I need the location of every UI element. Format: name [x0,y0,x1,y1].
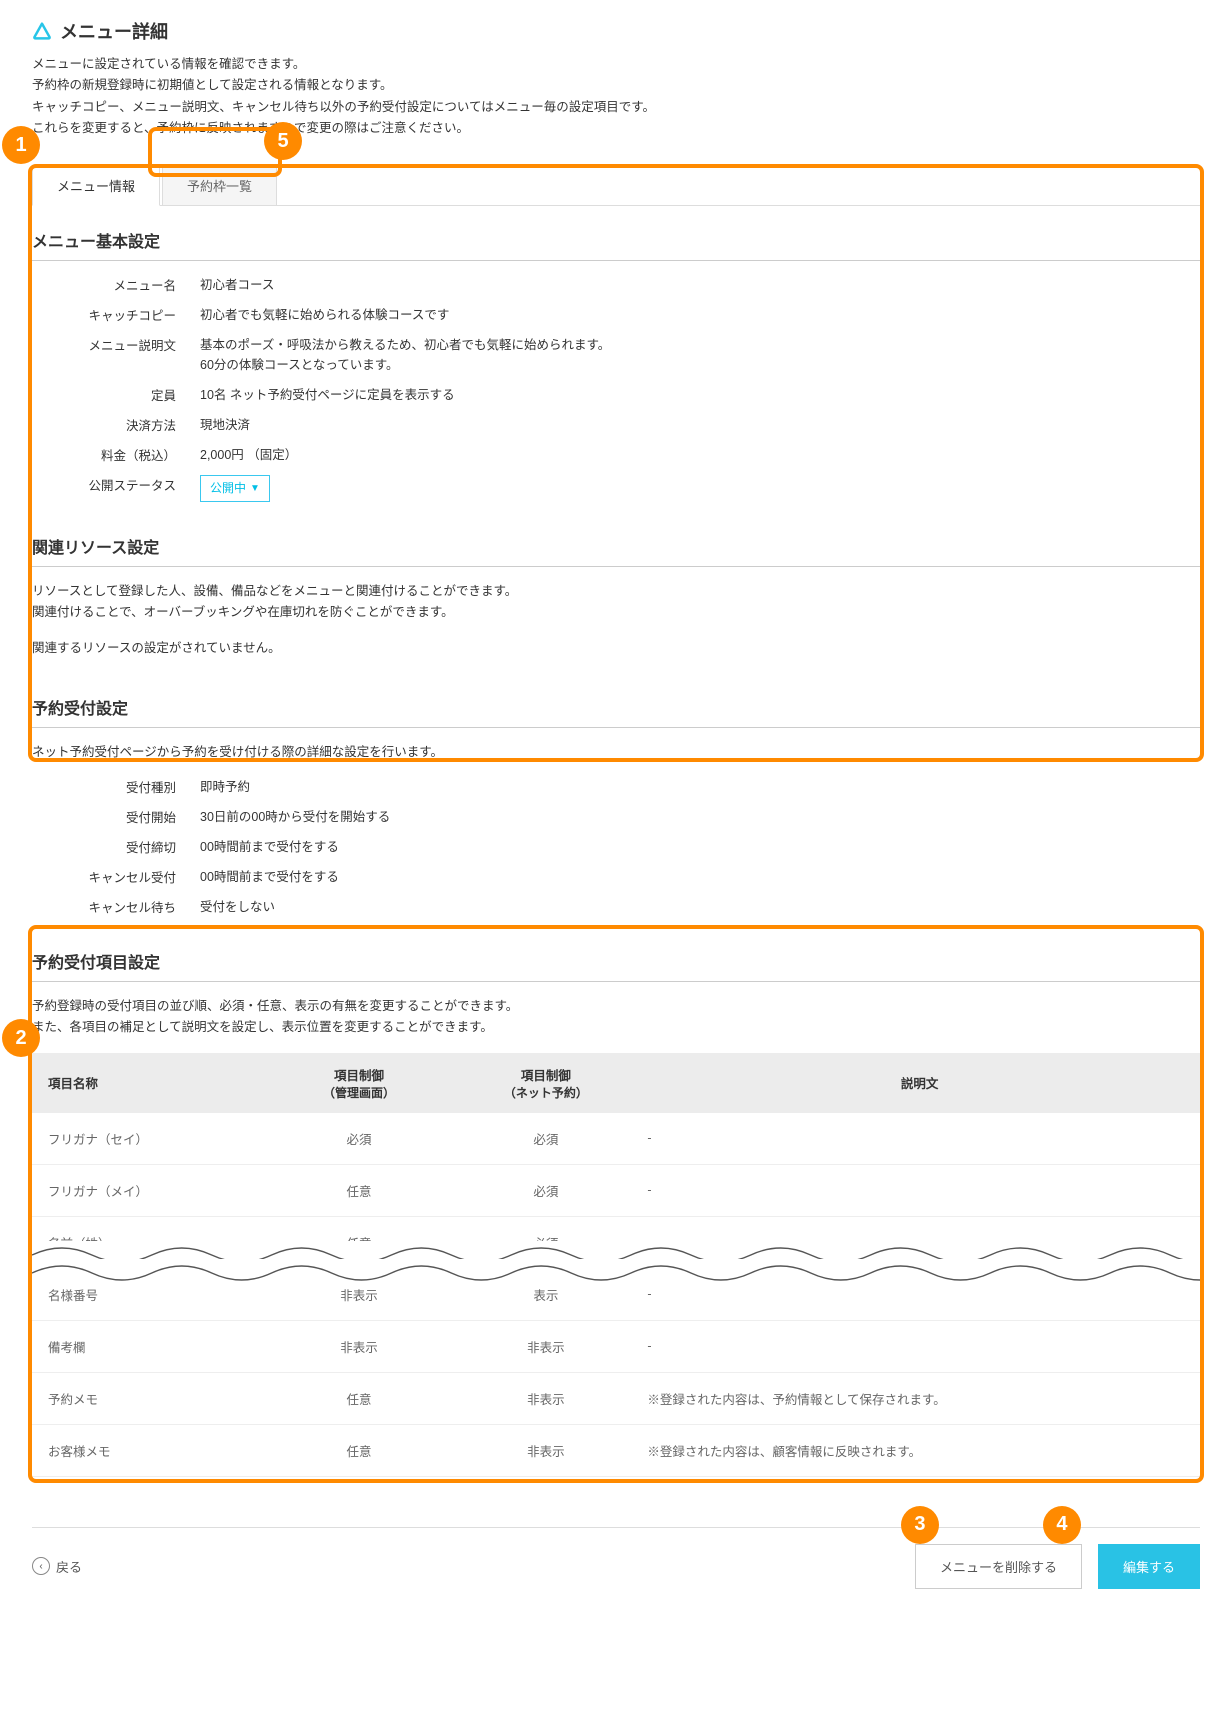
section-reception: 予約受付設定 ネット予約受付ページから予約を受け付ける際の詳細な設定を行います。… [32,673,1200,917]
table-row: 名前（姓）任意必須- [32,1216,1200,1268]
tab-menu-info[interactable]: メニュー情報 [32,165,160,206]
back-button[interactable]: ‹ 戻る [32,1557,82,1576]
table-row: フリガナ（セイ）必須必須- [32,1113,1200,1165]
table-row: 名様番号非表示表示- [32,1268,1200,1320]
table-row: お客様メモ任意非表示※登録された内容は、顧客情報に反映されます。 [32,1424,1200,1476]
fields-table: 項目名称 項目制御（管理画面） 項目制御（ネット予約） 説明文 フリガナ（セイ）… [32,1053,1200,1477]
table-row: 備考欄非表示非表示- [32,1320,1200,1372]
annotation-3: 3 [901,1506,939,1544]
section-resource: 関連リソース設定 リソースとして登録した人、設備、備品などをメニューと関連付ける… [32,512,1200,659]
section-fields: 予約受付項目設定 予約登録時の受付項目の並び順、必須・任意、表示の有無を変更する… [32,927,1200,1477]
th-name: 項目名称 [32,1053,266,1113]
th-admin: 項目制御（管理画面） [266,1053,453,1113]
section-heading-basic: メニュー基本設定 [32,228,1200,261]
edit-button[interactable]: 編集する [1098,1544,1200,1589]
resource-empty-text: 関連するリソースの設定がされていません。 [32,638,1200,659]
delete-menu-button[interactable]: メニューを削除する [915,1544,1082,1589]
section-heading-resource: 関連リソース設定 [32,534,1200,567]
chevron-left-icon: ‹ [32,1557,50,1575]
annotation-4: 4 [1043,1506,1081,1544]
table-row: フリガナ（メイ）任意必須- [32,1164,1200,1216]
section-basic: メニュー基本設定 メニュー名初心者コース キャッチコピー初心者でも気軽に始められ… [32,206,1200,502]
th-desc: 説明文 [639,1053,1200,1113]
section-heading-fields: 予約受付項目設定 [32,949,1200,982]
brand-logo-icon [32,22,52,40]
table-row: 予約メモ任意非表示※登録された内容は、予約情報として保存されます。 [32,1372,1200,1424]
tab-slot-list[interactable]: 予約枠一覧 [162,165,277,205]
page-title: メニュー詳細 [60,18,168,44]
status-dropdown[interactable]: 公開中▼ [200,475,270,502]
section-heading-reception: 予約受付設定 [32,695,1200,728]
chevron-down-icon: ▼ [250,481,260,497]
tabs: メニュー情報 予約枠一覧 [32,165,1200,206]
th-net: 項目制御（ネット予約） [452,1053,639,1113]
intro-text: メニューに設定されている情報を確認できます。 予約枠の新規登録時に初期値として設… [32,54,1200,139]
